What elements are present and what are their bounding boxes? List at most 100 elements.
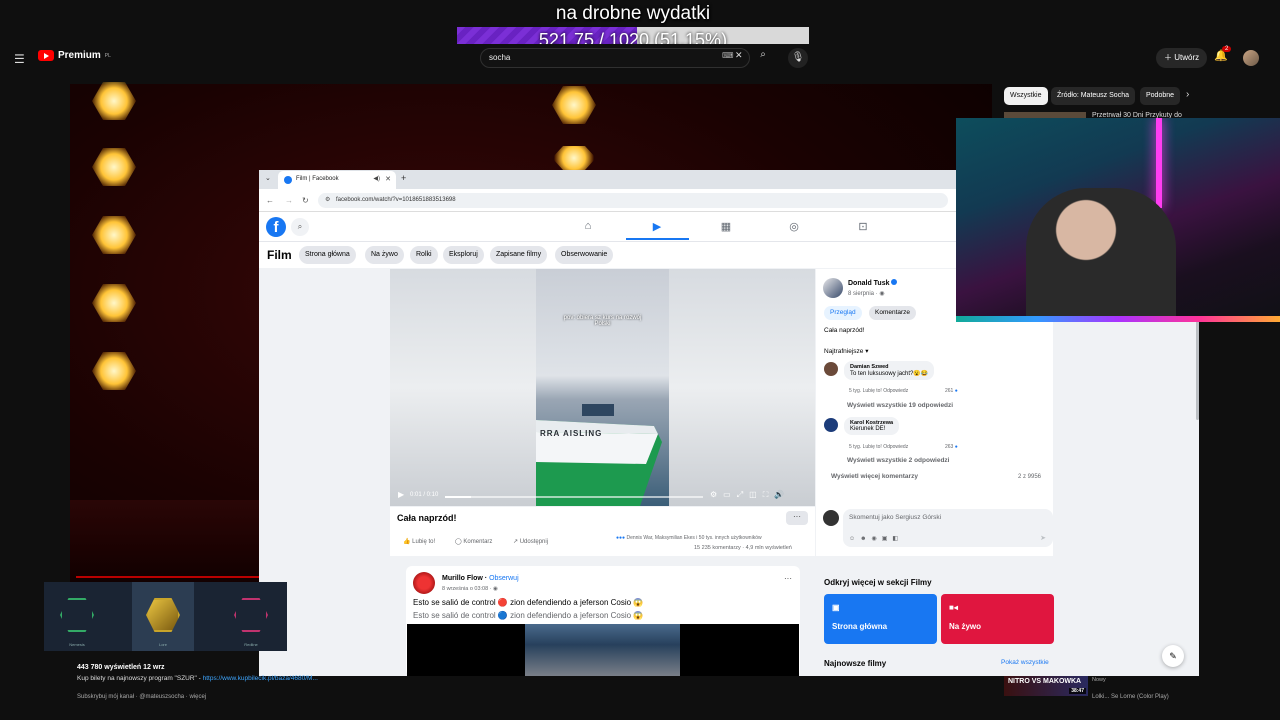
comment-meta[interactable]: 5 tyg. Lubię to! Odpowiedz <box>849 388 908 394</box>
gif-icon[interactable]: ▣ <box>882 536 893 542</box>
comment-count: 2 z 9956 <box>1018 474 1042 480</box>
tab-comments[interactable]: Komentarze <box>869 306 917 320</box>
site-info-icon[interactable]: ⚙ <box>325 196 330 203</box>
live-camera-icon: ■◂ <box>949 603 958 612</box>
comment-tools[interactable]: ☺☻◉▣◧ <box>849 535 903 542</box>
view-more-comments-link[interactable]: Wyświetl więcej komentarzy <box>831 473 918 480</box>
post-counts[interactable]: 15 235 komentarzy · 4,9 mln wyświetleń <box>694 545 792 551</box>
sticker-icon[interactable]: ◧ <box>892 536 903 542</box>
pill-reels[interactable]: Rolki <box>410 246 438 264</box>
pill-live[interactable]: Na żywo <box>365 246 404 264</box>
chevron-right-icon[interactable]: › <box>1186 89 1189 100</box>
follow-button[interactable]: Obserwuj <box>489 575 519 582</box>
description-link[interactable]: https://www.kupbilecik.pl/baza/4680/M... <box>203 675 318 682</box>
comment-sort-dropdown[interactable]: Najtrafniejsze ▾ <box>824 347 868 355</box>
discover-card-live[interactable]: ■◂ Na żywo <box>941 594 1054 644</box>
video-views: 443 780 wyświetleń 12 wrz <box>77 664 165 671</box>
pill-following[interactable]: Obserwowanie <box>555 246 614 264</box>
like-reaction-icon: ● <box>954 388 958 394</box>
view-replies-link[interactable]: Wyświetl wszystkie 19 odpowiedzi <box>847 402 953 409</box>
like-button[interactable]: 👍 Lubię to! <box>403 538 435 545</box>
comment-button[interactable]: ◯ Komentarz <box>455 538 492 545</box>
comment-input[interactable]: Skomentuj jako Sergiusz Górski ☺☻◉▣◧ ➤ <box>843 509 1053 547</box>
marketplace-icon[interactable]: ▦ <box>716 220 736 233</box>
comment-meta[interactable]: 5 tyg. Lubię to! Odpowiedz <box>849 444 908 450</box>
browser-tab-facebook[interactable]: Film | Facebook ◀) ✕ <box>278 171 396 189</box>
pill-home[interactable]: Strona główna <box>299 246 356 264</box>
home-icon[interactable]: ⌂ <box>578 220 598 232</box>
post-video-frame <box>525 624 680 676</box>
author-avatar[interactable] <box>823 278 843 298</box>
new-tab-icon[interactable]: + <box>401 173 406 183</box>
like-reaction-icon: ● <box>954 444 958 450</box>
emoji-icon[interactable]: ☻ <box>860 536 871 542</box>
address-bar[interactable]: ⚙ facebook.com/watch/?v=1018651883513698 <box>318 193 948 208</box>
panel-caption: Cała naprzód! <box>824 327 865 334</box>
next-video-title[interactable]: Lolki... Se Lorne (Color Play) <box>1092 694 1169 700</box>
discover-card-home[interactable]: ▣ Strona główna <box>824 594 937 644</box>
facebook-logo[interactable]: f <box>266 217 286 237</box>
pill-saved[interactable]: Zapisane filmy <box>490 246 548 264</box>
commenter-name[interactable]: Damian Szwed <box>850 364 928 370</box>
comment-placeholder: Skomentuj jako Sergiusz Górski <box>849 514 942 521</box>
share-button[interactable]: ↗ Udostępnij <box>513 538 548 545</box>
account-avatar[interactable] <box>1243 50 1259 66</box>
post-date[interactable]: 8 września o 03:08 · ◉ <box>442 586 498 592</box>
volume-icon[interactable]: 🔊 <box>774 490 790 499</box>
video-controls[interactable]: ⚙▭⤢◫⛶🔊 <box>710 490 790 500</box>
pill-explore[interactable]: Eksploruj <box>443 246 484 264</box>
post-more-icon[interactable]: ··· <box>784 574 792 583</box>
microphone-icon[interactable]: 🎙 <box>788 48 808 68</box>
chip-source[interactable]: Źródło: Mateusz Socha <box>1051 87 1135 105</box>
captions-icon[interactable]: ▭ <box>723 490 737 499</box>
post-author-name[interactable]: Murillo Flow <box>442 575 483 582</box>
hamburger-icon[interactable]: ☰ <box>14 52 25 66</box>
avatar-sticker-icon[interactable]: ☺ <box>849 536 860 542</box>
reactions-summary[interactable]: ●●● Dennis War, Maksymilian Ekes i 50 ty… <box>616 535 762 541</box>
search-icon[interactable]: ⌕ <box>752 49 774 67</box>
post-author[interactable]: Murillo Flow · Obserwuj <box>442 575 519 582</box>
reload-icon[interactable]: ↻ <box>302 196 309 205</box>
groups-icon[interactable]: ◎ <box>784 220 804 233</box>
facebook-search-icon[interactable]: ⌕ <box>291 218 309 236</box>
next-video-thumbnail[interactable]: NITRO VS MAKOWKA 38:47 <box>1004 676 1088 696</box>
pip-icon[interactable]: ◫ <box>749 490 763 499</box>
send-icon[interactable]: ➤ <box>1040 534 1046 542</box>
post-author-avatar[interactable] <box>413 572 435 594</box>
tab-overview[interactable]: Przegląd <box>824 306 862 320</box>
youtube-logo[interactable]: Premium PL <box>38 50 111 61</box>
expand-icon[interactable]: ⤢ <box>737 490 749 499</box>
chip-similar[interactable]: Podobne <box>1140 87 1181 105</box>
keyboard-icon[interactable]: ⌨ <box>722 51 734 60</box>
chip-all[interactable]: Wszystkie <box>1004 87 1048 105</box>
webcam-overlay <box>956 118 1280 322</box>
play-icon[interactable]: ▶ <box>398 490 404 499</box>
share-label: Udostępnij <box>519 539 549 545</box>
video-description[interactable]: Kup bilety na najnowszy program "SZUR" -… <box>77 675 318 682</box>
back-icon[interactable]: ← <box>266 196 274 205</box>
fullscreen-icon[interactable]: ⛶ <box>763 490 775 499</box>
more-options-icon[interactable]: ··· <box>786 511 808 525</box>
video-icon[interactable]: ▶ <box>647 220 667 233</box>
clear-search-icon[interactable]: ✕ <box>735 50 743 61</box>
description-text: Kup bilety na najnowszy program "SZUR" - <box>77 675 203 682</box>
tab-close-icon[interactable]: ✕ <box>385 175 391 183</box>
view-replies-link[interactable]: Wyświetl wszystkie 2 odpowiedzi <box>847 457 949 464</box>
forward-icon[interactable]: → <box>285 196 293 205</box>
description-more[interactable]: Subskrybuj mój kanał · @mateuszsocha · w… <box>77 694 206 700</box>
search-input[interactable]: socha <box>480 48 750 68</box>
tab-list-icon[interactable]: ⌄ <box>265 174 271 182</box>
camera-icon[interactable]: ◉ <box>871 536 881 542</box>
gaming-icon[interactable]: ⊡ <box>853 220 873 233</box>
tab-audio-icon[interactable]: ◀) <box>373 175 380 182</box>
author-name[interactable]: Donald Tusk <box>848 279 898 287</box>
commenter-avatar[interactable] <box>824 418 838 432</box>
create-button[interactable]: ＋ Utwórz <box>1156 48 1208 68</box>
settings-icon[interactable]: ⚙ <box>710 490 723 499</box>
new-message-icon[interactable]: ✎ <box>1162 645 1184 667</box>
video-progress-track[interactable] <box>445 496 703 498</box>
scrollbar[interactable] <box>1196 320 1199 420</box>
show-all-link[interactable]: Pokaż wszystkie <box>1001 659 1049 666</box>
commenter-avatar[interactable] <box>824 362 838 376</box>
player-progress-bar[interactable] <box>76 576 266 578</box>
